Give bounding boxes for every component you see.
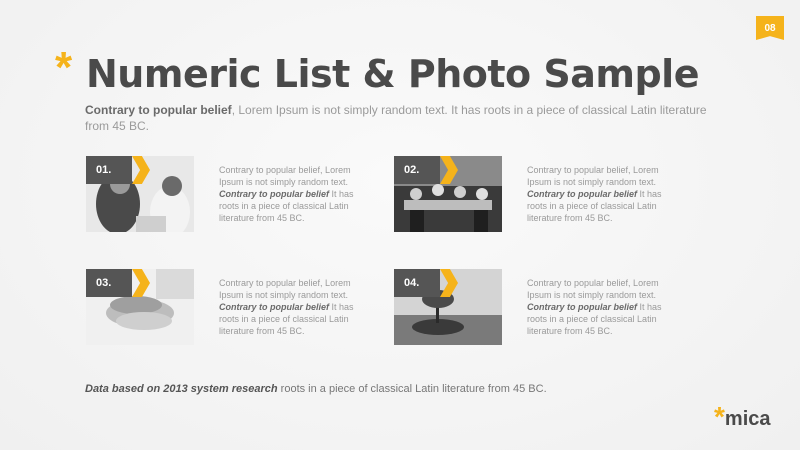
- item-line1-1: Contrary to popular belief, Lorem Ipsum …: [219, 165, 351, 187]
- slide: 08 * Numeric List & Photo Sample Contrar…: [0, 0, 800, 450]
- item-text-1: Contrary to popular belief, Lorem Ipsum …: [219, 164, 369, 224]
- item-number-4: 04.: [394, 269, 440, 297]
- logo-text: mica: [724, 408, 771, 430]
- title-asterisk-icon: *: [55, 43, 73, 92]
- item-number-2: 02.: [394, 156, 440, 184]
- item-text-2: Contrary to popular belief, Lorem Ipsum …: [527, 164, 677, 224]
- item-bold-1: Contrary to popular belief: [219, 189, 330, 199]
- item-number-1: 01.: [86, 156, 132, 184]
- item-line1-3: Contrary to popular belief, Lorem Ipsum …: [219, 278, 351, 300]
- slide-subtitle: Contrary to popular belief, Lorem Ipsum …: [85, 102, 725, 134]
- slide-title: Numeric List & Photo Sample: [86, 52, 699, 96]
- footer-bold: Data based on 2013 system research: [85, 383, 278, 395]
- item-photo-3: 03.: [86, 269, 194, 345]
- item-line1-2: Contrary to popular belief, Lorem Ipsum …: [527, 165, 659, 187]
- item-photo-4: 04.: [394, 269, 502, 345]
- footer-note: Data based on 2013 system research roots…: [85, 382, 685, 396]
- item-text-4: Contrary to popular belief, Lorem Ipsum …: [527, 277, 677, 337]
- mica-logo: * mica: [714, 401, 771, 432]
- item-text-3: Contrary to popular belief, Lorem Ipsum …: [219, 277, 369, 337]
- footer-rest: roots in a piece of classical Latin lite…: [277, 383, 547, 395]
- subtitle-bold: Contrary to popular belief: [85, 103, 232, 117]
- item-photo-1: 01.: [86, 156, 194, 232]
- item-number-3: 03.: [86, 269, 132, 297]
- item-bold-2: Contrary to popular belief: [527, 189, 638, 199]
- item-line1-4: Contrary to popular belief, Lorem Ipsum …: [527, 278, 659, 300]
- item-bold-3: Contrary to popular belief: [219, 302, 330, 312]
- item-photo-2: 02.: [394, 156, 502, 232]
- item-bold-4: Contrary to popular belief: [527, 302, 638, 312]
- page-number-badge: 08: [756, 16, 784, 40]
- logo-asterisk-icon: *: [714, 401, 725, 432]
